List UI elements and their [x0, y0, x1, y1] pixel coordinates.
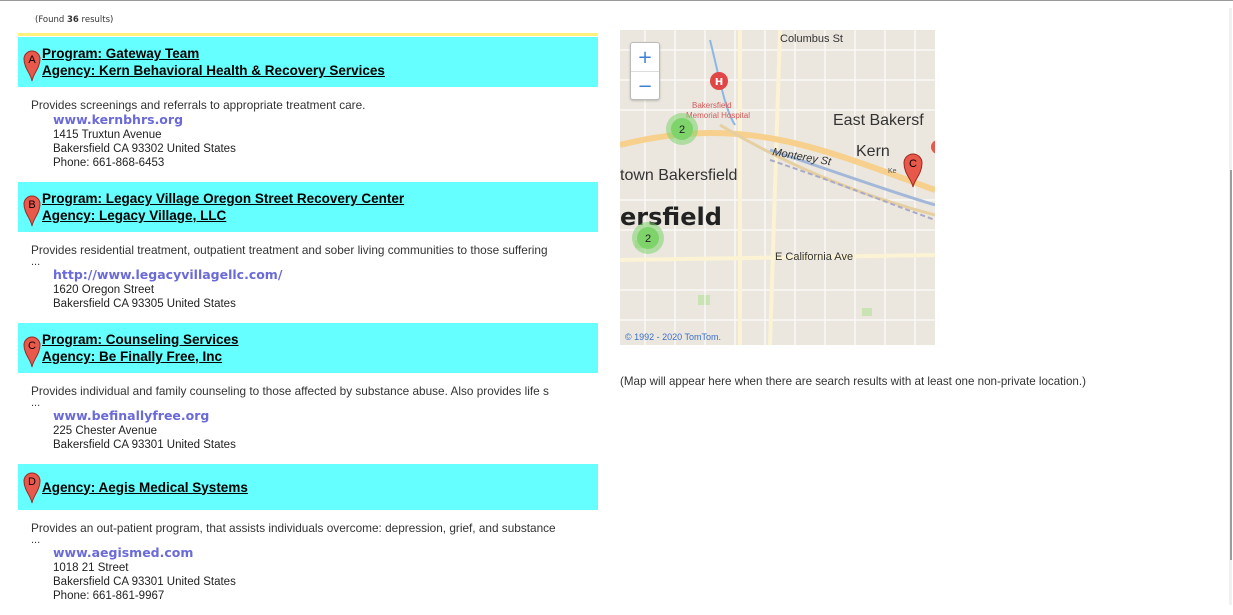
result-street: 1620 Oregon Street: [53, 284, 155, 296]
map[interactable]: Columbus St East Bakersf Kern Monterey S…: [620, 30, 935, 345]
result-website-link[interactable]: www.kernbhrs.org: [53, 112, 598, 128]
description-ellipsis[interactable]: ...: [31, 257, 598, 268]
map-label-hospital: Bakersfield: [692, 101, 732, 110]
marker-letter: C: [28, 340, 36, 352]
description-ellipsis[interactable]: ...: [31, 398, 598, 409]
cluster-count: 2: [679, 124, 685, 136]
map-marker-icon[interactable]: C: [23, 336, 41, 368]
result-city: Bakersfield CA 93301 United States: [53, 576, 236, 588]
map-note: (Map will appear here when there are sea…: [620, 375, 1086, 388]
result-body: Provides an out-patient program, that as…: [18, 521, 598, 603]
result-website-link[interactable]: www.befinallyfree.org: [53, 408, 598, 424]
window-top-border: [0, 0, 1233, 9]
map-label-california: E California Ave: [775, 251, 853, 263]
result-phone: Phone: 661-861-9967: [53, 590, 165, 602]
zoom-control: + −: [630, 42, 660, 100]
results-divider: [18, 33, 598, 36]
map-copyright[interactable]: © 1992 - 2020 TomTom.: [625, 332, 721, 342]
program-link[interactable]: Program: Legacy Village Oregon Street Re…: [42, 190, 598, 207]
result-body: Provides individual and family counselin…: [18, 384, 598, 452]
result-street: 1018 21 Street: [53, 562, 129, 574]
map-marker-c-letter: C: [909, 158, 917, 170]
results-list: A Program: Gateway Team Agency: Kern Beh…: [18, 33, 598, 615]
result-header: B Program: Legacy Village Oregon Street …: [18, 182, 598, 232]
result-description: Provides individual and family counselin…: [31, 384, 549, 398]
map-label-bakersfield: ersfield: [620, 203, 722, 231]
map-label-hospital-2: Memorial Hospital: [686, 111, 750, 120]
agency-link[interactable]: Agency: Legacy Village, LLC: [42, 207, 598, 224]
results-count-number: 36: [66, 15, 79, 25]
map-marker-icon[interactable]: D: [23, 472, 41, 504]
map-marker-icon[interactable]: A: [23, 50, 41, 82]
map-marker-icon[interactable]: B: [23, 195, 41, 227]
zoom-out-button[interactable]: −: [631, 72, 659, 100]
result-website-link[interactable]: www.aegismed.com: [53, 545, 598, 561]
program-link[interactable]: Program: Counseling Services: [42, 331, 598, 348]
marker-letter: D: [28, 476, 36, 488]
description-ellipsis[interactable]: ...: [31, 535, 598, 546]
map-label-kern-small: Ke: [888, 168, 897, 175]
scrollbar-thumb[interactable]: [1230, 170, 1232, 560]
map-label-east-bakersfield: East Bakersf: [833, 112, 924, 129]
result-description: Provides screenings and referrals to app…: [31, 98, 366, 112]
result-city: Bakersfield CA 93301 United States: [53, 439, 236, 451]
result-phone: Phone: 661-868-6453: [53, 157, 165, 169]
result-description: Provides residential treatment, outpatie…: [31, 243, 548, 257]
hospital-icon-letter: H: [715, 77, 723, 88]
zoom-in-button[interactable]: +: [631, 43, 659, 72]
agency-link[interactable]: Agency: Aegis Medical Systems: [42, 479, 598, 496]
cluster-count: 2: [645, 233, 651, 245]
marker-letter: A: [28, 54, 36, 66]
map-label-columbus: Columbus St: [780, 33, 843, 45]
result-body: Provides screenings and referrals to app…: [18, 98, 598, 170]
result-header: D Agency: Aegis Medical Systems: [18, 464, 598, 510]
result-website-link[interactable]: http://www.legacyvillagellc.com/: [53, 267, 598, 283]
agency-link[interactable]: Agency: Kern Behavioral Health & Recover…: [42, 62, 598, 79]
map-label-kern: Kern: [856, 143, 890, 160]
map-label-downtown: town Bakersfield: [620, 167, 737, 184]
program-link[interactable]: Program: Gateway Team: [42, 45, 598, 62]
result-body: Provides residential treatment, outpatie…: [18, 243, 598, 311]
marker-letter: B: [28, 199, 35, 211]
result-street: 225 Chester Avenue: [53, 425, 158, 437]
result-header: C Program: Counseling Services Agency: B…: [18, 323, 598, 373]
result-description: Provides an out-patient program, that as…: [31, 521, 556, 535]
agency-link[interactable]: Agency: Be Finally Free, Inc: [42, 348, 598, 365]
result-city: Bakersfield CA 93302 United States: [53, 143, 236, 155]
results-count: (Found 36 results): [35, 15, 114, 25]
result-city: Bakersfield CA 93305 United States: [53, 298, 236, 310]
result-header: A Program: Gateway Team Agency: Kern Beh…: [18, 37, 598, 87]
map-tiles[interactable]: Columbus St East Bakersf Kern Monterey S…: [620, 30, 935, 345]
result-street: 1415 Truxtun Avenue: [53, 129, 162, 141]
